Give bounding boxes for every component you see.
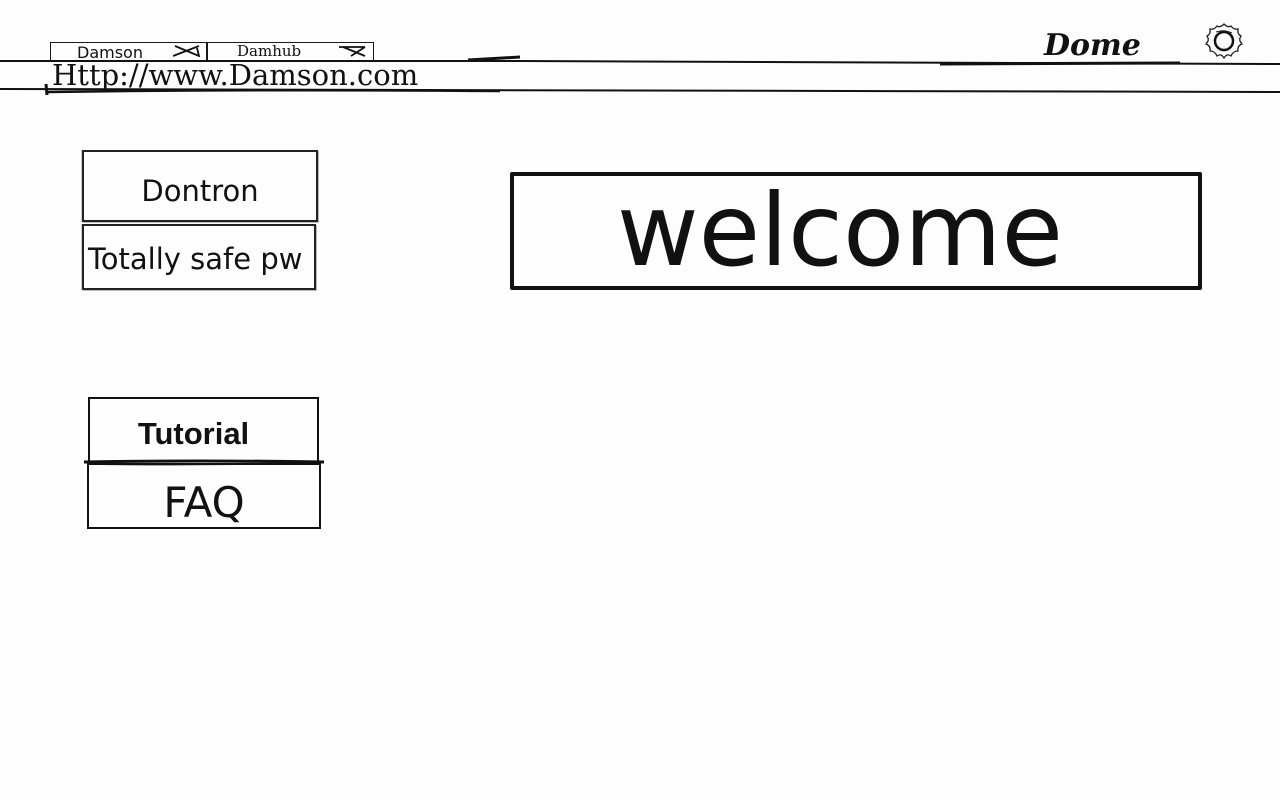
username-field[interactable]: Dontron <box>82 150 318 222</box>
faq-label: FAQ <box>163 478 245 527</box>
brand-title: Dome <box>1044 28 1141 63</box>
password-field[interactable]: Totally safe pw <box>82 224 316 290</box>
close-icon[interactable] <box>173 45 201 57</box>
faq-button[interactable]: FAQ <box>87 463 321 529</box>
close-icon[interactable] <box>339 45 367 57</box>
gear-icon[interactable] <box>1202 20 1246 64</box>
tutorial-label: Tutorial <box>137 416 250 451</box>
address-bar[interactable]: Http://www.Damson.com <box>52 58 418 92</box>
welcome-banner: welcome <box>510 172 1202 290</box>
tutorial-button[interactable]: Tutorial <box>88 397 319 463</box>
welcome-text: welcome <box>616 172 1064 289</box>
